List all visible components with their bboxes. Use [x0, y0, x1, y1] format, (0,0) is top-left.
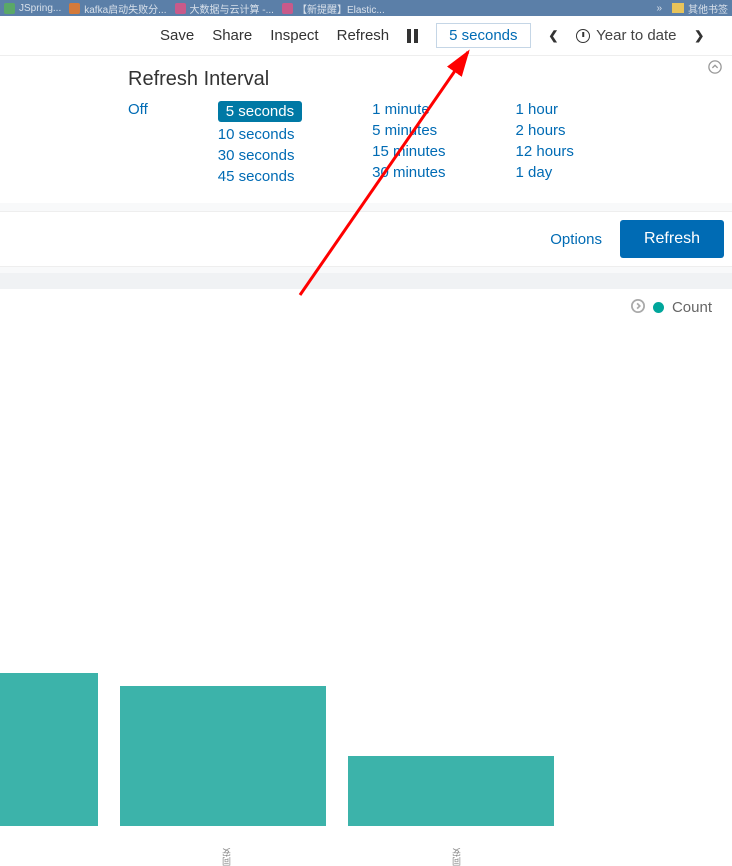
bar-chart: 同安 同安: [0, 326, 732, 866]
bookmark-item[interactable]: JSpring...: [4, 3, 61, 14]
interval-15m[interactable]: 15 minutes: [372, 143, 445, 160]
interval-1m[interactable]: 1 minute: [372, 101, 430, 118]
bookmark-overflow[interactable]: »: [656, 3, 662, 14]
collapse-panel-icon[interactable]: [708, 60, 722, 79]
interval-1h[interactable]: 1 hour: [516, 101, 559, 118]
interval-30s[interactable]: 30 seconds: [218, 147, 295, 164]
chart-bar[interactable]: [120, 686, 326, 826]
query-bar: Options Refresh: [0, 211, 732, 267]
interval-col-off: Off: [128, 101, 148, 185]
interval-30m[interactable]: 30 minutes: [372, 164, 445, 181]
interval-45s[interactable]: 45 seconds: [218, 168, 295, 185]
refresh-link[interactable]: Refresh: [337, 27, 390, 44]
time-next-button[interactable]: ❯: [695, 26, 705, 46]
spacer: [0, 273, 732, 289]
time-range-label: Year to date: [596, 27, 676, 44]
kibana-topbar: Save Share Inspect Refresh 5 seconds ❮ Y…: [0, 16, 732, 56]
bookmark-item[interactable]: kafka启动失败分...: [69, 1, 166, 16]
legend-color-icon: [653, 302, 664, 313]
interval-off[interactable]: Off: [128, 101, 148, 118]
save-link[interactable]: Save: [160, 27, 194, 44]
interval-col-seconds: 5 seconds 10 seconds 30 seconds 45 secon…: [218, 101, 302, 185]
x-axis-label: 同安: [220, 848, 233, 866]
legend-toggle-icon[interactable]: [631, 299, 645, 316]
refresh-interval-button[interactable]: 5 seconds: [436, 23, 530, 48]
refresh-interval-panel: Refresh Interval Off 5 seconds 10 second…: [0, 56, 732, 203]
refresh-interval-title: Refresh Interval: [128, 68, 712, 91]
folder-icon: [672, 3, 684, 13]
legend-label[interactable]: Count: [672, 299, 712, 316]
interval-5s[interactable]: 5 seconds: [218, 101, 302, 122]
bookmark-item[interactable]: 大数据与云计算 -...: [175, 1, 274, 16]
refresh-button[interactable]: Refresh: [620, 220, 724, 258]
interval-2h[interactable]: 2 hours: [516, 122, 566, 139]
pause-icon[interactable]: [407, 29, 418, 43]
clock-icon: [576, 29, 590, 43]
options-link[interactable]: Options: [550, 231, 602, 248]
time-range-picker[interactable]: Year to date: [576, 27, 676, 44]
browser-bookmark-bar: JSpring... kafka启动失败分... 大数据与云计算 -... 【新…: [0, 0, 732, 16]
interval-10s[interactable]: 10 seconds: [218, 126, 295, 143]
chart-bar[interactable]: [348, 756, 554, 826]
x-axis-label: 同安: [450, 848, 463, 866]
interval-5m[interactable]: 5 minutes: [372, 122, 437, 139]
interval-12h[interactable]: 12 hours: [516, 143, 574, 160]
inspect-link[interactable]: Inspect: [270, 27, 318, 44]
share-link[interactable]: Share: [212, 27, 252, 44]
chart-bar[interactable]: [0, 673, 98, 826]
interval-1d[interactable]: 1 day: [516, 164, 553, 181]
bookmark-item[interactable]: 【新提醒】Elastic...: [282, 1, 385, 16]
interval-col-minutes: 1 minute 5 minutes 15 minutes 30 minutes: [372, 101, 445, 185]
interval-col-hours: 1 hour 2 hours 12 hours 1 day: [516, 101, 574, 185]
time-prev-button[interactable]: ❮: [549, 26, 559, 46]
bookmark-folder[interactable]: 其他书签: [672, 1, 728, 16]
chart-legend: Count: [0, 289, 732, 326]
